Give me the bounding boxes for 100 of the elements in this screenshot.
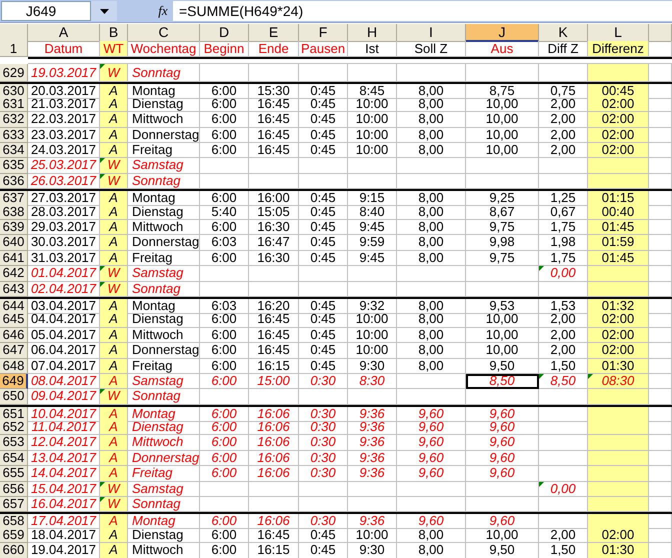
table-cell: 8,67	[466, 204, 539, 220]
table-cell: 6:00	[200, 450, 249, 466]
column-header[interactable]: L	[588, 24, 649, 42]
table-cell: 01:45	[588, 220, 649, 236]
row-header[interactable]: 646	[0, 328, 28, 344]
table-cell: 9:30	[348, 543, 397, 558]
table-cell: 16:45	[249, 128, 299, 144]
row-header[interactable]: 632	[0, 112, 28, 128]
row-header[interactable]: 657	[0, 497, 28, 512]
table-cell: 01:15	[588, 191, 649, 206]
column-header[interactable]: I	[397, 24, 466, 42]
table-cell: 6:00	[200, 84, 249, 98]
select-all-button[interactable]	[0, 24, 28, 42]
formula-field[interactable]: =SUMME(H649*24)	[173, 1, 672, 21]
table-cell: 10:00	[348, 128, 397, 144]
table-cell: 0:45	[299, 298, 348, 314]
row-header[interactable]: 637	[0, 191, 28, 206]
table-cell: W	[100, 64, 128, 82]
row-header[interactable]: 659	[0, 528, 28, 544]
row-header[interactable]: 648	[0, 358, 28, 374]
table-cell: 6:00	[200, 96, 249, 112]
row-header[interactable]: 649	[0, 374, 28, 390]
table-cell: 0:45	[299, 112, 348, 128]
row-header[interactable]: 651	[0, 406, 28, 422]
column-header[interactable]: H	[348, 24, 397, 42]
table-cell: 8,00	[397, 343, 466, 359]
table-cell: 16:06	[249, 435, 299, 451]
table-cell: 8:45	[348, 84, 397, 98]
table-cell: A	[100, 466, 128, 482]
row-header[interactable]: 640	[0, 235, 28, 251]
row-header[interactable]: 633	[0, 128, 28, 144]
row-header[interactable]: 631	[0, 96, 28, 112]
row-header[interactable]: 641	[0, 250, 28, 266]
table-cell: 10,00	[466, 528, 539, 544]
table-cell: Mittwoch	[128, 435, 200, 451]
table-cell: 10:00	[348, 343, 397, 359]
table-cell: 02:00	[588, 328, 649, 344]
table-cell: A	[100, 298, 128, 314]
row-header[interactable]: 654	[0, 450, 28, 466]
name-box[interactable]: J649	[1, 1, 91, 21]
row-header[interactable]: 629	[0, 64, 28, 82]
row-header[interactable]: 643	[0, 282, 28, 297]
row-header[interactable]: 660	[0, 543, 28, 558]
row-header[interactable]: 634	[0, 143, 28, 158]
empty-cell	[348, 158, 397, 174]
empty-cell	[397, 374, 466, 390]
table-cell: 16:45	[249, 112, 299, 128]
function-button[interactable]: fx	[153, 3, 173, 19]
row-header[interactable]: 658	[0, 514, 28, 530]
column-header[interactable]: K	[539, 24, 588, 42]
table-cell: A	[100, 128, 128, 144]
table-cell: 8,00	[397, 96, 466, 112]
table-cell: 0:45	[299, 84, 348, 98]
table-cell[interactable]: 8,50	[466, 374, 539, 390]
row-header[interactable]: 650	[0, 389, 28, 405]
table-cell: Montag	[128, 514, 200, 530]
table-cell: Mittwoch	[128, 112, 200, 128]
row-header[interactable]: 1	[0, 41, 28, 57]
table-cell: A	[100, 112, 128, 128]
table-cell: 0:45	[299, 128, 348, 144]
table-cell: 10,00	[466, 312, 539, 328]
row-header[interactable]: 644	[0, 298, 28, 314]
column-header[interactable]: B	[100, 24, 128, 42]
column-header[interactable]: E	[249, 24, 299, 42]
row-header[interactable]: 656	[0, 482, 28, 498]
table-cell: 16:30	[249, 250, 299, 266]
column-header[interactable]: F	[299, 24, 348, 42]
column-header[interactable]: A	[28, 24, 100, 42]
column-header[interactable]: D	[200, 24, 249, 42]
empty-cell	[200, 174, 249, 190]
row-header[interactable]: 652	[0, 420, 28, 436]
table-cell: Montag	[128, 84, 200, 98]
table-cell: 8,00	[397, 220, 466, 236]
table-cell: W	[100, 497, 128, 512]
row-header[interactable]: 636	[0, 174, 28, 190]
column-header[interactable]: J	[466, 24, 539, 42]
row-header[interactable]: 647	[0, 343, 28, 359]
row-header[interactable]: 653	[0, 435, 28, 451]
row-header[interactable]: 645	[0, 312, 28, 328]
table-cell: Dienstag	[128, 420, 200, 436]
empty-cell	[299, 158, 348, 174]
empty-cell	[348, 482, 397, 498]
table-cell: Freitag	[128, 143, 200, 158]
dropdown-button[interactable]	[91, 1, 117, 21]
row-header[interactable]: 642	[0, 266, 28, 282]
column-title: Ende	[258, 41, 289, 56]
row-header[interactable]: 639	[0, 220, 28, 236]
table-cell: 9,98	[466, 235, 539, 251]
table-cell: Dienstag	[128, 312, 200, 328]
table-cell: 6:00	[200, 435, 249, 451]
row-header[interactable]: 630	[0, 84, 28, 98]
row-header[interactable]: 638	[0, 204, 28, 220]
table-cell: Sonntag	[128, 389, 200, 405]
table-cell: 10:00	[348, 96, 397, 112]
row-header[interactable]: 655	[0, 466, 28, 482]
row-header[interactable]: 635	[0, 158, 28, 174]
empty-cell	[348, 282, 397, 297]
table-cell: 0:45	[299, 204, 348, 220]
column-header[interactable]: C	[128, 24, 200, 42]
table-cell: 0:30	[299, 450, 348, 466]
